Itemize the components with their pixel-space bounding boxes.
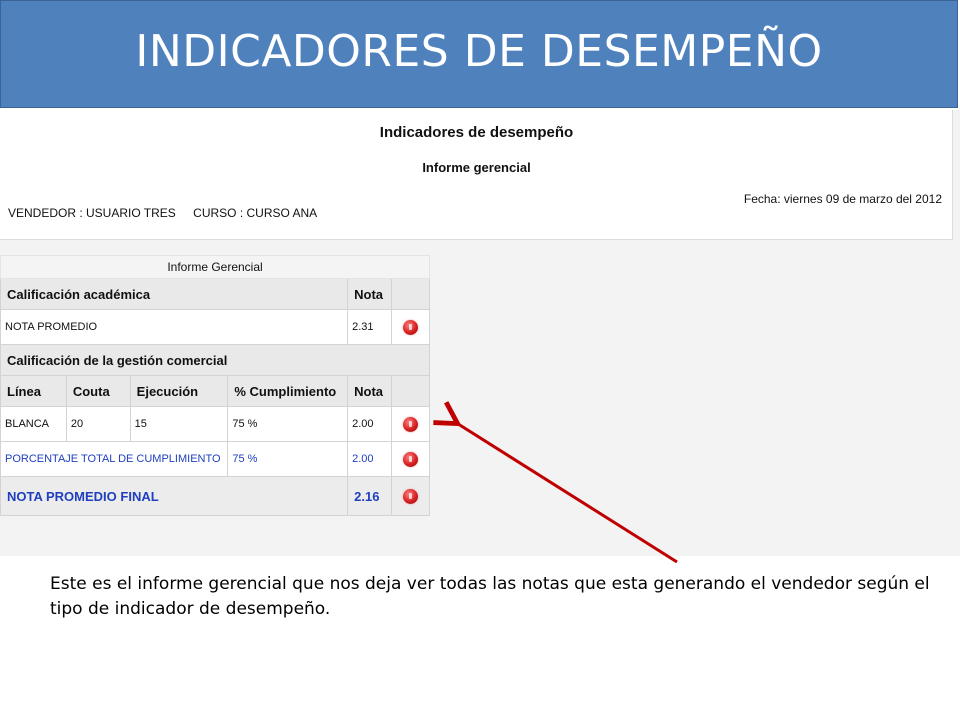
arrow-line xyxy=(455,422,678,564)
slide-caption: Este es el informe gerencial que nos dej… xyxy=(50,574,930,619)
